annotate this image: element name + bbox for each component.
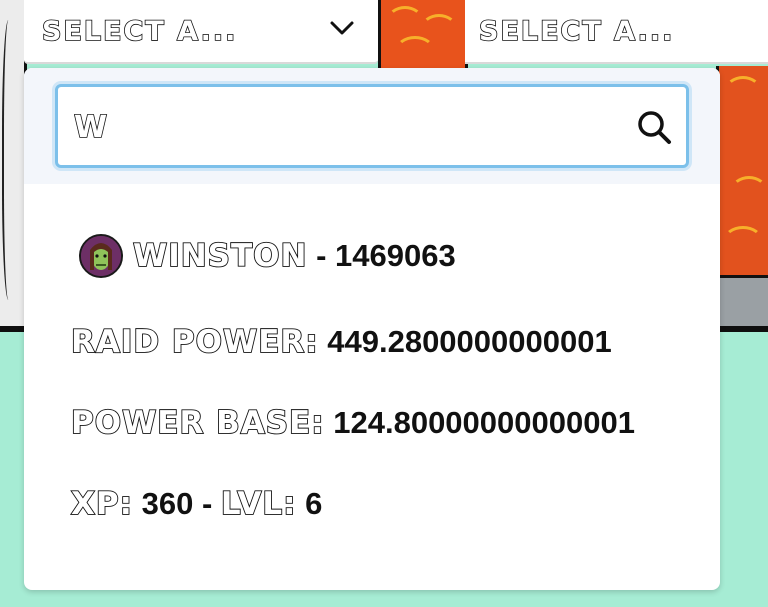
power-base-line: POWER BASE: 124.80000000000001	[70, 404, 635, 442]
search-field[interactable]	[55, 84, 689, 168]
lvl-label: LVL:	[220, 485, 297, 523]
select-label: SELECT A...	[41, 15, 238, 48]
raid-power-value: 449.2800000000001	[318, 324, 612, 359]
xp-label: XP:	[70, 485, 134, 523]
raid-power-label: RAID POWER:	[70, 323, 319, 361]
select-label: SELECT A...	[478, 15, 675, 48]
lvl-value: 6	[296, 486, 323, 521]
result-separator: -	[307, 238, 336, 273]
power-base-label: POWER BASE:	[70, 404, 325, 442]
search-area	[24, 68, 720, 184]
dropdown-menu: WINSTON - 1469063 RAID POWER: 449.280000…	[24, 68, 720, 590]
result-id: 1469063	[335, 238, 456, 273]
search-icon[interactable]	[634, 107, 674, 147]
xp-level-line: XP: 360 - LVL: 6	[70, 485, 323, 523]
xp-value: 360 -	[133, 486, 221, 521]
avatar-icon	[79, 234, 123, 278]
background-panel-left	[0, 0, 27, 330]
select-dropdown-2[interactable]: SELECT A...	[465, 0, 768, 64]
result-name: WINSTON	[132, 237, 308, 275]
select-dropdown-1[interactable]: SELECT A...	[24, 0, 378, 64]
background-panel-lava	[378, 0, 468, 70]
power-base-value: 124.80000000000001	[324, 405, 635, 440]
result-option[interactable]: WINSTON - 1469063	[79, 228, 456, 284]
chevron-down-icon	[330, 21, 354, 35]
search-input[interactable]	[72, 99, 616, 155]
raid-power-line: RAID POWER: 449.2800000000001	[70, 323, 612, 361]
background-panel-right	[716, 66, 768, 330]
